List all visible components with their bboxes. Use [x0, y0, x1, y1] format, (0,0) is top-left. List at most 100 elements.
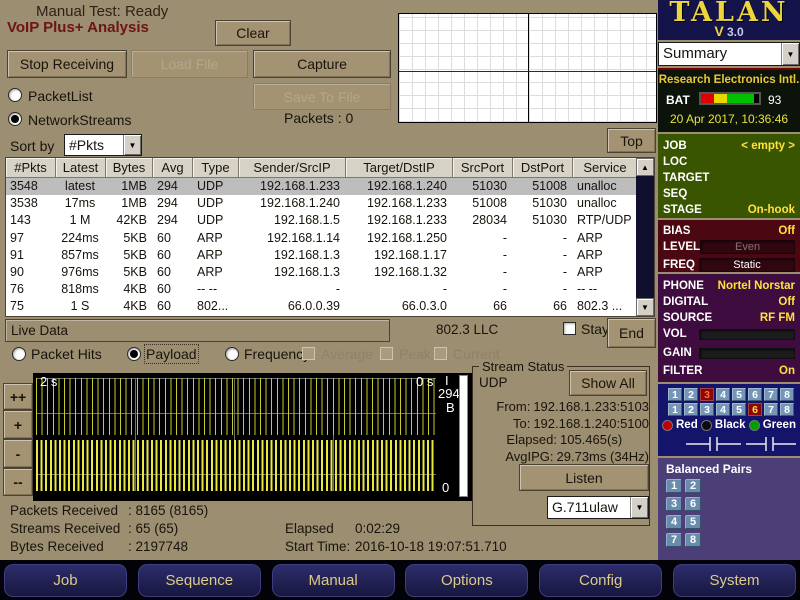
pair-button[interactable]: 8 — [780, 403, 794, 416]
column-header[interactable]: Latest — [56, 158, 106, 178]
balanced-pair-button[interactable]: 2 — [685, 479, 701, 493]
pair-button[interactable]: 1 — [668, 403, 682, 416]
balanced-pair-button[interactable]: 5 — [685, 515, 701, 529]
nav-button-manual[interactable]: Manual — [272, 564, 395, 597]
nav-button-sequence[interactable]: Sequence — [138, 564, 261, 597]
pair-button[interactable]: 3 — [700, 388, 714, 401]
column-header[interactable]: Sender/SrcIP — [239, 158, 346, 178]
column-header[interactable]: #Pkts — [6, 158, 56, 178]
current-checkbox[interactable] — [434, 347, 447, 360]
stream-status-title: Stream Status — [479, 359, 567, 374]
pair-button[interactable]: 5 — [732, 403, 746, 416]
table-row[interactable]: 76818ms4KB60-- -------- -- — [6, 281, 654, 298]
payload-radio[interactable] — [127, 347, 141, 361]
pair-button[interactable]: 2 — [684, 403, 698, 416]
table-cell: 294 — [153, 195, 193, 212]
table-row[interactable]: 97224ms5KB60ARP192.168.1.14192.168.1.250… — [6, 230, 654, 247]
pair-button[interactable]: 3 — [700, 403, 714, 416]
graph-unit: B — [446, 400, 455, 415]
column-header[interactable]: SrcPort — [453, 158, 513, 178]
pair-button[interactable]: 4 — [716, 403, 730, 416]
vol-slider[interactable] — [699, 329, 795, 340]
zoom-out-fast-button[interactable]: -- — [3, 468, 33, 496]
balanced-pair-button[interactable]: 1 — [666, 479, 682, 493]
zoom-out-button[interactable]: - — [3, 439, 33, 468]
balanced-pair-button[interactable]: 3 — [666, 497, 682, 511]
packet-list-radio[interactable] — [8, 88, 22, 102]
network-streams-radio[interactable] — [8, 112, 22, 126]
freq-button[interactable]: Static — [699, 258, 795, 272]
table-row[interactable]: 1431 M42KB294UDP192.168.1.5192.168.1.233… — [6, 212, 654, 229]
table-cell: UDP — [193, 178, 239, 195]
table-body: 3548latest1MB294UDP192.168.1.233192.168.… — [6, 178, 654, 316]
table-cell: 192.168.1.240 — [239, 195, 346, 212]
listen-button[interactable]: Listen — [519, 464, 649, 491]
frequency-radio[interactable] — [225, 347, 239, 361]
end-button[interactable]: End — [607, 318, 656, 348]
balanced-pair-button[interactable]: 8 — [685, 533, 701, 547]
column-header[interactable]: Type — [193, 158, 239, 178]
average-checkbox[interactable] — [302, 347, 315, 360]
capture-button[interactable]: Capture — [253, 50, 391, 78]
scroll-down-icon[interactable]: ▼ — [636, 298, 654, 316]
balanced-pair-button[interactable]: 6 — [685, 497, 701, 511]
graph-cursor-strip[interactable] — [459, 375, 468, 497]
column-header[interactable]: DstPort — [513, 158, 573, 178]
sort-dropdown[interactable]: #Pkts ▼ — [64, 134, 142, 156]
table-row[interactable]: 751 S4KB60802...66.0.0.3966.0.3.06666802… — [6, 298, 654, 315]
clear-button[interactable]: Clear — [215, 20, 291, 46]
chevron-down-icon[interactable]: ▼ — [630, 497, 648, 518]
stat-streams: Streams Received: 65 (65) — [10, 521, 178, 536]
table-row[interactable]: 91857ms5KB60ARP192.168.1.3192.168.1.17--… — [6, 247, 654, 264]
pair-button[interactable]: 5 — [732, 388, 746, 401]
column-header[interactable]: Service — [573, 158, 638, 178]
network-streams-label: NetworkStreams — [28, 112, 131, 128]
chevron-down-icon[interactable]: ▼ — [781, 43, 799, 65]
pair-button[interactable]: 1 — [668, 388, 682, 401]
pair-button[interactable]: 6 — [748, 388, 762, 401]
table-row[interactable]: 353817ms1MB294UDP192.168.1.240192.168.1.… — [6, 195, 654, 212]
freq-label: FREQ — [663, 257, 695, 273]
pair-button[interactable]: 6 — [748, 403, 762, 416]
sidebar: TALAN V 3.0 Summary ▼ Research Electroni… — [658, 0, 800, 560]
table-scrollbar[interactable]: ▲ ▼ — [636, 158, 654, 316]
pair-button[interactable]: 2 — [684, 388, 698, 401]
stop-receiving-button[interactable]: Stop Receiving — [7, 50, 127, 78]
column-header[interactable]: Target/DstIP — [346, 158, 453, 178]
pair-button[interactable]: 4 — [716, 388, 730, 401]
balanced-pair-button[interactable]: 7 — [666, 533, 682, 547]
table-row[interactable]: 3548latest1MB294UDP192.168.1.233192.168.… — [6, 178, 654, 195]
pair-button[interactable]: 7 — [764, 403, 778, 416]
zoom-in-button[interactable]: + — [3, 410, 33, 439]
show-all-button[interactable]: Show All — [569, 370, 647, 396]
nav-button-options[interactable]: Options — [405, 564, 528, 597]
column-header[interactable]: Avg — [153, 158, 193, 178]
zoom-in-fast-button[interactable]: ++ — [3, 383, 33, 410]
stay-at-end-checkbox[interactable] — [563, 322, 576, 335]
nav-button-system[interactable]: System — [673, 564, 796, 597]
nav-button-config[interactable]: Config — [539, 564, 662, 597]
top-button[interactable]: Top — [607, 128, 656, 153]
table-row[interactable]: 90976ms5KB60ARP192.168.1.3192.168.1.32--… — [6, 264, 654, 281]
balanced-pair-button[interactable]: 4 — [666, 515, 682, 529]
table-cell: ARP — [573, 264, 638, 281]
level-label: LEVEL — [663, 239, 700, 255]
nav-button-job[interactable]: Job — [4, 564, 127, 597]
save-to-file-button[interactable]: Save To File — [253, 83, 391, 110]
packet-hits-radio[interactable] — [12, 347, 26, 361]
table-cell: 857ms — [56, 247, 106, 264]
chevron-down-icon[interactable]: ▼ — [123, 135, 141, 155]
scroll-up-icon[interactable]: ▲ — [636, 158, 654, 176]
codec-dropdown[interactable]: G.711ulaw ▼ — [547, 496, 649, 519]
frequency-label: Frequency — [244, 346, 310, 362]
level-button[interactable]: Even — [700, 240, 795, 254]
pair-row-1: 12345678 — [668, 388, 794, 401]
view-selector-dropdown[interactable]: Summary ▼ — [658, 42, 800, 66]
pair-button[interactable]: 7 — [764, 388, 778, 401]
column-header[interactable]: Bytes — [106, 158, 153, 178]
pair-button[interactable]: 8 — [780, 388, 794, 401]
gain-slider[interactable] — [699, 348, 795, 359]
load-file-button[interactable]: Load File — [131, 50, 248, 78]
table-cell: - — [513, 247, 573, 264]
peak-checkbox[interactable] — [380, 347, 393, 360]
